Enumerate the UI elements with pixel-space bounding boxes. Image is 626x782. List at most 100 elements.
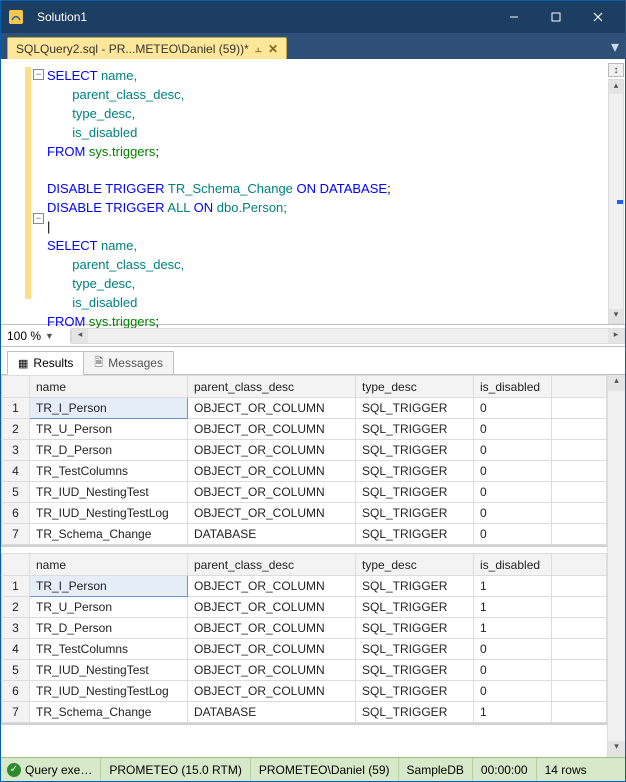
column-header-name[interactable]: name: [30, 376, 188, 398]
cell[interactable]: SQL_TRIGGER: [356, 482, 474, 503]
column-header-is-disabled[interactable]: is_disabled: [474, 376, 552, 398]
table-row[interactable]: 2TR_U_PersonOBJECT_OR_COLUMNSQL_TRIGGER1: [2, 597, 607, 618]
cell[interactable]: TR_Schema_Change: [30, 702, 188, 723]
cell[interactable]: [552, 660, 607, 681]
column-header-type-desc[interactable]: type_desc: [356, 554, 474, 576]
tab-overflow-icon[interactable]: ▾: [611, 37, 619, 57]
code-editor[interactable]: − − SELECT name, parent_class_desc, type…: [1, 59, 625, 325]
table-row[interactable]: 6TR_IUD_NestingTestLogOBJECT_OR_COLUMNSQ…: [2, 503, 607, 524]
cell[interactable]: OBJECT_OR_COLUMN: [188, 660, 356, 681]
scroll-right-icon[interactable]: ▸: [608, 329, 624, 343]
editor-vertical-scrollbar[interactable]: ▴ ▾: [608, 79, 624, 324]
fold-toggle-icon[interactable]: −: [33, 213, 44, 224]
cell[interactable]: OBJECT_OR_COLUMN: [188, 482, 356, 503]
cell[interactable]: SQL_TRIGGER: [356, 660, 474, 681]
cell[interactable]: SQL_TRIGGER: [356, 398, 474, 419]
cell[interactable]: TR_D_Person: [30, 618, 188, 639]
table-row[interactable]: 5TR_IUD_NestingTestOBJECT_OR_COLUMNSQL_T…: [2, 482, 607, 503]
minimize-button[interactable]: [493, 3, 535, 31]
row-number[interactable]: 4: [2, 461, 30, 482]
editor-horizontal-scrollbar[interactable]: ◂ ▸: [71, 328, 625, 344]
cell[interactable]: [552, 681, 607, 702]
cell[interactable]: 0: [474, 461, 552, 482]
cell[interactable]: [552, 524, 607, 545]
column-header-type-desc[interactable]: type_desc: [356, 376, 474, 398]
cell[interactable]: 0: [474, 398, 552, 419]
scroll-up-icon[interactable]: ▴: [608, 375, 625, 391]
cell[interactable]: OBJECT_OR_COLUMN: [188, 618, 356, 639]
row-number[interactable]: 7: [2, 524, 30, 545]
row-number[interactable]: 1: [2, 576, 30, 597]
table-row[interactable]: 7TR_Schema_ChangeDATABASESQL_TRIGGER1: [2, 702, 607, 723]
column-header-parent-class-desc[interactable]: parent_class_desc: [188, 554, 356, 576]
cell[interactable]: 1: [474, 618, 552, 639]
fold-toggle-icon[interactable]: −: [33, 69, 44, 80]
cell[interactable]: 1: [474, 597, 552, 618]
scroll-up-icon[interactable]: ▴: [609, 80, 623, 94]
row-number[interactable]: 4: [2, 639, 30, 660]
column-header-parent-class-desc[interactable]: parent_class_desc: [188, 376, 356, 398]
results-grid-1[interactable]: name parent_class_desc type_desc is_disa…: [1, 375, 607, 547]
row-number[interactable]: 2: [2, 597, 30, 618]
column-header-name[interactable]: name: [30, 554, 188, 576]
cell[interactable]: TR_U_Person: [30, 419, 188, 440]
row-number[interactable]: 3: [2, 618, 30, 639]
cell[interactable]: TR_IUD_NestingTest: [30, 660, 188, 681]
cell[interactable]: 0: [474, 503, 552, 524]
table-row[interactable]: 3TR_D_PersonOBJECT_OR_COLUMNSQL_TRIGGER0: [2, 440, 607, 461]
cell[interactable]: SQL_TRIGGER: [356, 702, 474, 723]
cell[interactable]: [552, 482, 607, 503]
table-row[interactable]: 2TR_U_PersonOBJECT_OR_COLUMNSQL_TRIGGER0: [2, 419, 607, 440]
cell[interactable]: 1: [474, 702, 552, 723]
row-number[interactable]: 6: [2, 681, 30, 702]
cell[interactable]: SQL_TRIGGER: [356, 440, 474, 461]
row-number[interactable]: 5: [2, 482, 30, 503]
cell[interactable]: TR_TestColumns: [30, 639, 188, 660]
cell[interactable]: OBJECT_OR_COLUMN: [188, 639, 356, 660]
cell[interactable]: TR_IUD_NestingTestLog: [30, 681, 188, 702]
cell[interactable]: OBJECT_OR_COLUMN: [188, 576, 356, 597]
cell[interactable]: 0: [474, 660, 552, 681]
cell[interactable]: DATABASE: [188, 702, 356, 723]
grid-corner[interactable]: [2, 554, 30, 576]
split-view-icon[interactable]: ↕: [608, 63, 624, 77]
cell[interactable]: SQL_TRIGGER: [356, 681, 474, 702]
cell[interactable]: OBJECT_OR_COLUMN: [188, 461, 356, 482]
cell[interactable]: SQL_TRIGGER: [356, 597, 474, 618]
cell[interactable]: SQL_TRIGGER: [356, 618, 474, 639]
table-row[interactable]: 3TR_D_PersonOBJECT_OR_COLUMNSQL_TRIGGER1: [2, 618, 607, 639]
tab-results[interactable]: ▦ Results: [7, 351, 84, 375]
cell[interactable]: [552, 597, 607, 618]
pin-icon[interactable]: ⫠: [255, 41, 262, 56]
cell[interactable]: OBJECT_OR_COLUMN: [188, 503, 356, 524]
cell[interactable]: SQL_TRIGGER: [356, 503, 474, 524]
cell[interactable]: [552, 461, 607, 482]
cell[interactable]: SQL_TRIGGER: [356, 419, 474, 440]
table-row[interactable]: 7TR_Schema_ChangeDATABASESQL_TRIGGER0: [2, 524, 607, 545]
cell[interactable]: DATABASE: [188, 524, 356, 545]
cell[interactable]: 0: [474, 440, 552, 461]
row-number[interactable]: 5: [2, 660, 30, 681]
code-area[interactable]: SELECT name, parent_class_desc, type_des…: [1, 59, 625, 332]
cell[interactable]: 1: [474, 576, 552, 597]
cell[interactable]: [552, 419, 607, 440]
cell[interactable]: OBJECT_OR_COLUMN: [188, 419, 356, 440]
cell[interactable]: [552, 702, 607, 723]
cell[interactable]: TR_Schema_Change: [30, 524, 188, 545]
cell[interactable]: OBJECT_OR_COLUMN: [188, 398, 356, 419]
cell[interactable]: 0: [474, 681, 552, 702]
table-row[interactable]: 4TR_TestColumnsOBJECT_OR_COLUMNSQL_TRIGG…: [2, 639, 607, 660]
document-tab[interactable]: SQLQuery2.sql - PR...METEO\Daniel (59))*…: [7, 37, 287, 59]
close-tab-icon[interactable]: ✕: [268, 42, 278, 56]
title-bar[interactable]: Solution1: [1, 1, 625, 33]
grid-corner[interactable]: [2, 376, 30, 398]
row-number[interactable]: 1: [2, 398, 30, 419]
cell[interactable]: [552, 618, 607, 639]
row-number[interactable]: 3: [2, 440, 30, 461]
cell[interactable]: TR_IUD_NestingTest: [30, 482, 188, 503]
table-row[interactable]: 1TR_I_PersonOBJECT_OR_COLUMNSQL_TRIGGER1: [2, 576, 607, 597]
cell[interactable]: [552, 398, 607, 419]
cell[interactable]: [552, 639, 607, 660]
results-grid-2[interactable]: name parent_class_desc type_desc is_disa…: [1, 553, 607, 725]
scroll-down-icon[interactable]: ▾: [609, 309, 623, 323]
